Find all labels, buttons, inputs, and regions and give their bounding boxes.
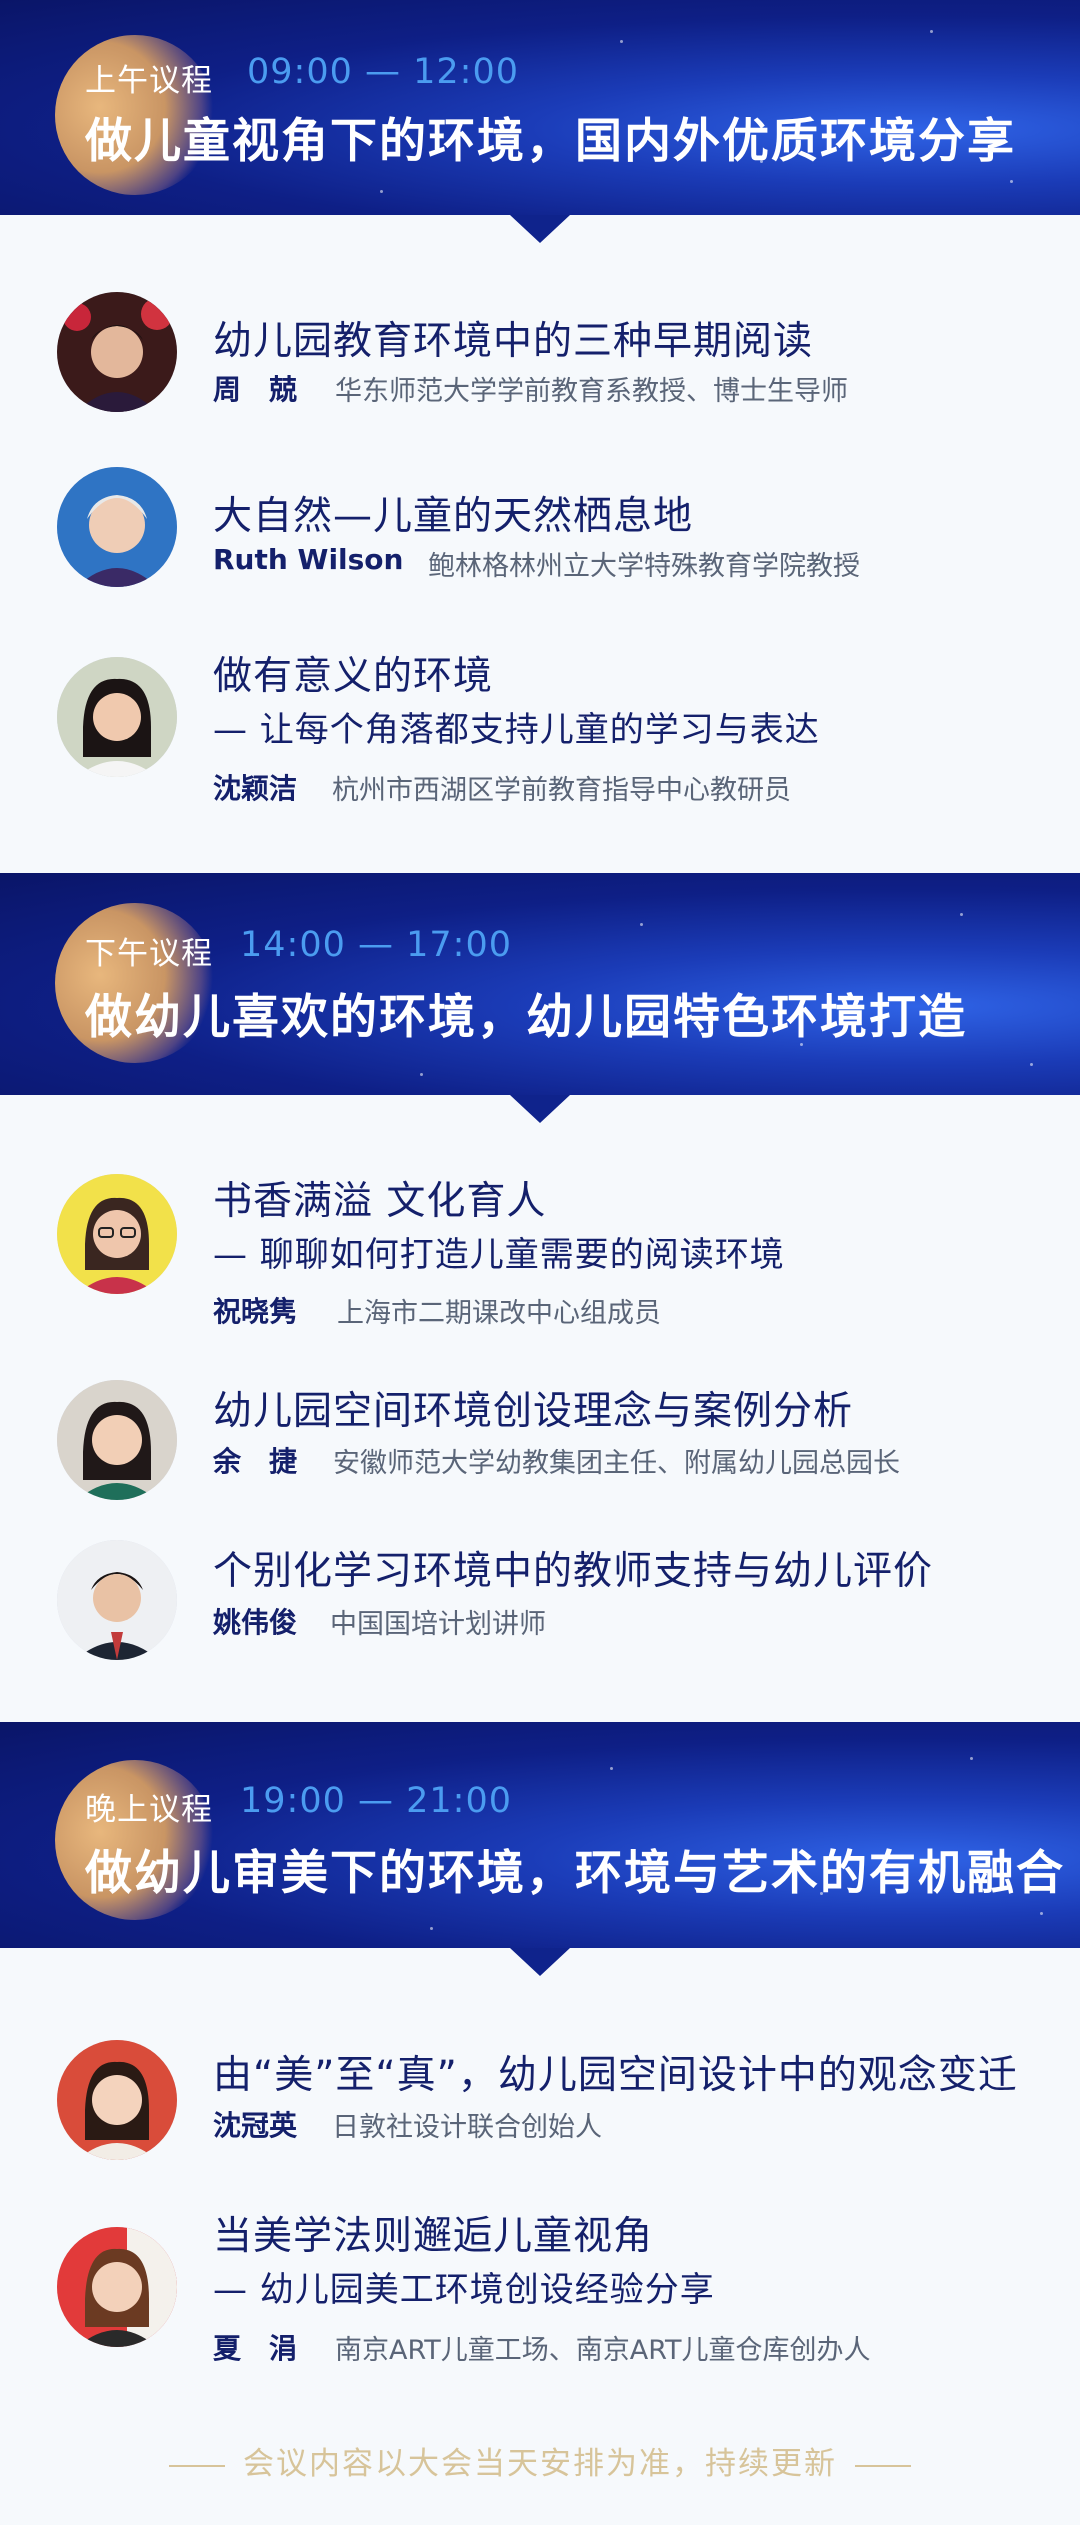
speaker-affiliation: 上海市二期课改中心组成员 xyxy=(337,1298,661,1329)
speaker-affiliation: 华东师范大学学前教育系教授、博士生导师 xyxy=(335,376,848,407)
footer-dash-right xyxy=(855,2464,911,2467)
speaker-avatar xyxy=(57,1174,177,1294)
talk-title: 大自然—儿童的天然栖息地 xyxy=(213,494,694,539)
speaker-avatar xyxy=(57,1380,177,1500)
section-header-afternoon: 下午议程 14:00 — 17:00 做幼儿喜欢的环境，幼儿园特色环境打造 xyxy=(0,873,1080,1123)
footer-text: 会议内容以大会当天安排为准，持续更新 xyxy=(243,2446,837,2482)
speaker-affiliation: 中国国培计划讲师 xyxy=(330,1609,546,1640)
section-label: 下午议程 xyxy=(85,936,213,972)
speaker-avatar xyxy=(57,2227,177,2347)
speaker-avatar xyxy=(57,2040,177,2160)
talk-title: 个别化学习环境中的教师支持与幼儿评价 xyxy=(213,1549,934,1594)
section-header-evening: 晚上议程 19:00 — 21:00 做幼儿审美下的环境，环境与艺术的有机融合 xyxy=(0,1722,1080,1976)
footer-note: 会议内容以大会当天安排为准，持续更新 xyxy=(0,2438,1080,2483)
talk-item: 大自然—儿童的天然栖息地 Ruth Wilson 鲍林格林州立大学特殊教育学院教… xyxy=(0,465,1080,595)
speaker-name: 祝晓隽 xyxy=(213,1295,298,1328)
speaker-avatar xyxy=(57,1540,177,1660)
talk-title: 幼儿园空间环境创设理念与案例分析 xyxy=(213,1389,854,1434)
section-time: 14:00 — 17:00 xyxy=(240,925,512,965)
speaker-name: 沈颖洁 xyxy=(213,772,298,805)
speaker-affiliation: 日敦社设计联合创始人 xyxy=(332,2112,602,2143)
speaker-name: 沈冠英 xyxy=(213,2109,298,2142)
speaker-affiliation: 安徽师范大学幼教集团主任、附属幼儿园总园长 xyxy=(333,1448,900,1479)
talk-subtitle: — 聊聊如何打造儿童需要的阅读环境 xyxy=(213,1235,785,1275)
section-label: 晚上议程 xyxy=(85,1792,213,1828)
talk-title: 当美学法则邂逅儿童视角 xyxy=(213,2214,654,2259)
speaker-affiliation: 杭州市西湖区学前教育指导中心教研员 xyxy=(332,775,791,806)
agenda-page: 上午议程 09:00 — 12:00 做儿童视角下的环境，国内外优质环境分享 幼… xyxy=(0,0,1080,2525)
section-title: 做幼儿审美下的环境，环境与艺术的有机融合 xyxy=(85,1846,1065,1901)
speaker-name: Ruth Wilson xyxy=(213,543,404,576)
talk-item: 当美学法则邂逅儿童视角 — 幼儿园美工环境创设经验分享 夏 涓 南京ART儿童工… xyxy=(0,2205,1080,2375)
talk-subtitle: — 幼儿园美工环境创设经验分享 xyxy=(213,2270,715,2310)
section-title: 做幼儿喜欢的环境，幼儿园特色环境打造 xyxy=(85,990,967,1045)
speaker-affiliation: 南京ART儿童工场、南京ART儿童仓库创办人 xyxy=(335,2335,871,2366)
speaker-affiliation: 鲍林格林州立大学特殊教育学院教授 xyxy=(428,551,860,582)
pointer-notch xyxy=(510,1095,570,1123)
talk-item: 做有意义的环境 — 让每个角落都支持儿童的学习与表达 沈颖洁 杭州市西湖区学前教… xyxy=(0,645,1080,815)
speaker-avatar xyxy=(57,292,177,412)
talk-title: 书香满溢 文化育人 xyxy=(213,1179,547,1224)
speaker-avatar xyxy=(57,657,177,777)
talk-item: 幼儿园教育环境中的三种早期阅读 周 兢 华东师范大学学前教育系教授、博士生导师 xyxy=(0,290,1080,420)
section-time: 19:00 — 21:00 xyxy=(240,1781,512,1821)
section-label: 上午议程 xyxy=(85,63,213,99)
section-time: 09:00 — 12:00 xyxy=(247,52,519,92)
section-header-morning: 上午议程 09:00 — 12:00 做儿童视角下的环境，国内外优质环境分享 xyxy=(0,0,1080,243)
speaker-name: 周 兢 xyxy=(213,373,298,406)
talk-title: 做有意义的环境 xyxy=(213,654,494,699)
talk-subtitle: — 让每个角落都支持儿童的学习与表达 xyxy=(213,710,820,750)
talk-item: 个别化学习环境中的教师支持与幼儿评价 姚伟俊 中国国培计划讲师 xyxy=(0,1540,1080,1670)
pointer-notch xyxy=(510,215,570,243)
pointer-notch xyxy=(510,1948,570,1976)
speaker-name: 夏 涓 xyxy=(213,2332,298,2365)
speaker-name: 姚伟俊 xyxy=(213,1606,298,1639)
talk-item: 书香满溢 文化育人 — 聊聊如何打造儿童需要的阅读环境 祝晓隽 上海市二期课改中… xyxy=(0,1170,1080,1335)
speaker-avatar xyxy=(57,467,177,587)
talk-title: 由“美”至“真”，幼儿园空间设计中的观念变迁 xyxy=(213,2053,1018,2098)
talk-item: 由“美”至“真”，幼儿园空间设计中的观念变迁 沈冠英 日敦社设计联合创始人 xyxy=(0,2040,1080,2170)
section-title: 做儿童视角下的环境，国内外优质环境分享 xyxy=(85,114,1016,169)
talk-item: 幼儿园空间环境创设理念与案例分析 余 捷 安徽师范大学幼教集团主任、附属幼儿园总… xyxy=(0,1378,1080,1508)
talk-title: 幼儿园教育环境中的三种早期阅读 xyxy=(213,319,814,364)
footer-dash-left xyxy=(169,2464,225,2467)
speaker-name: 余 捷 xyxy=(213,1445,298,1478)
